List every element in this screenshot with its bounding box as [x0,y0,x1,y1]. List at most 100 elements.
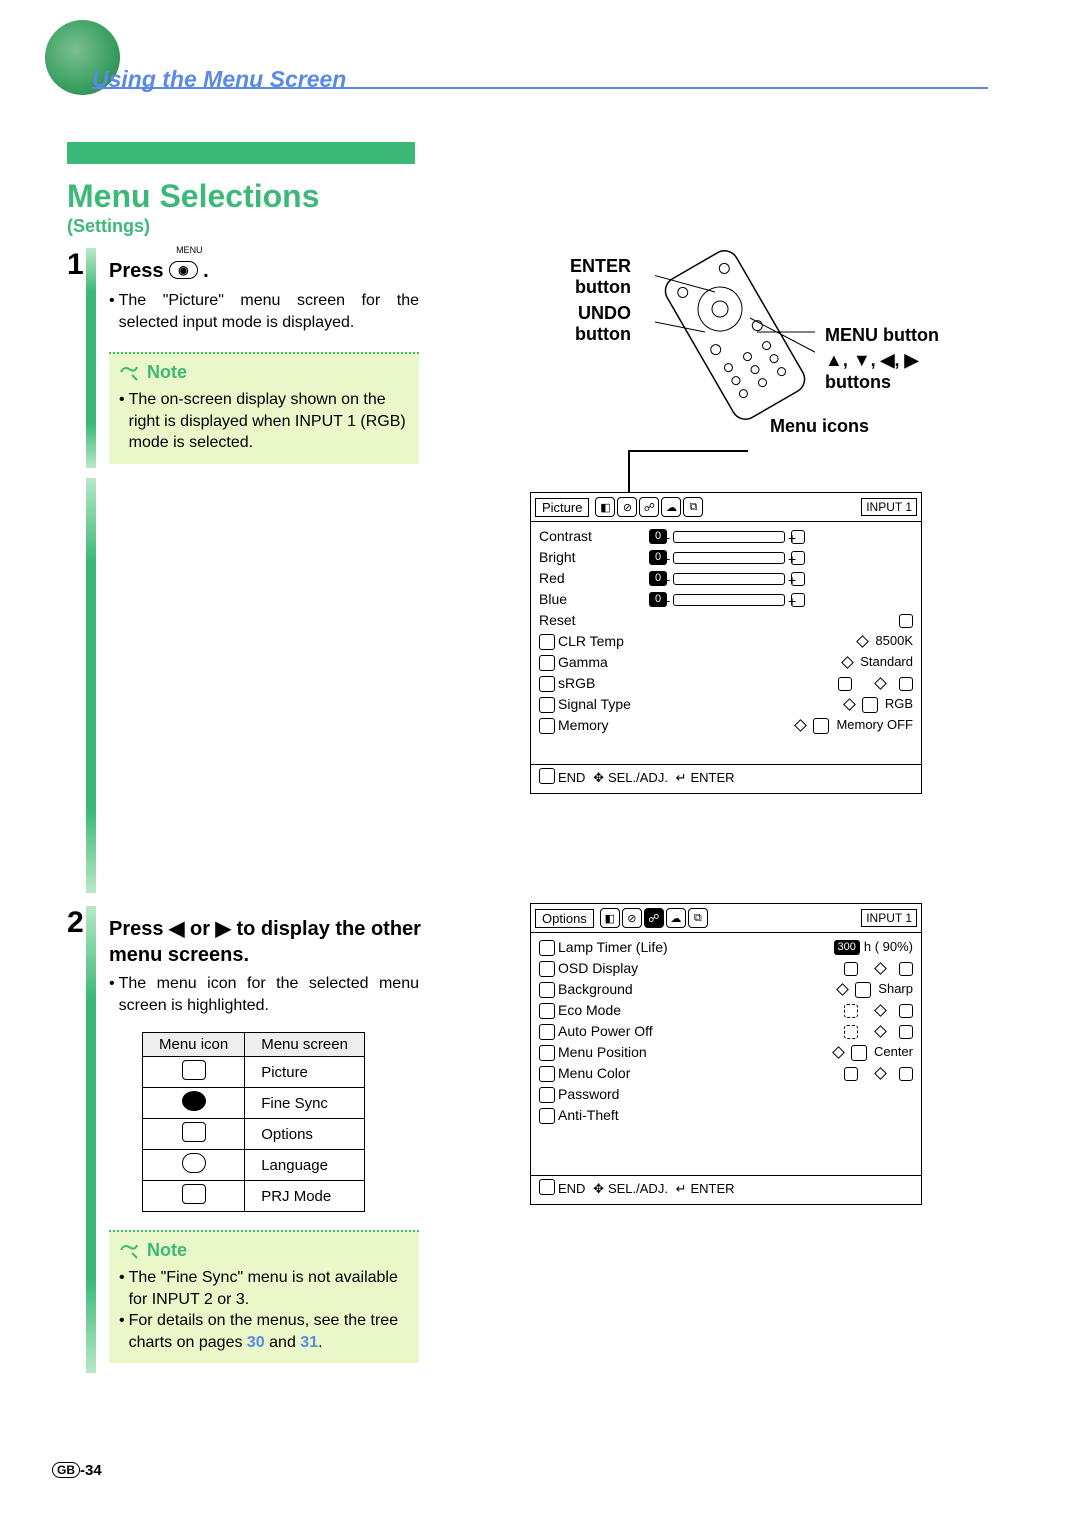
step-2-heading: Press ◀ or ▶ to display the other menu s… [109,916,439,968]
table-cell: Language [245,1150,365,1181]
slider-icon [673,552,785,564]
picture-icon: ◧ [600,908,620,928]
note-box-2: Note •The "Fine Sync" menu is not availa… [109,1230,419,1363]
gb-badge: GB [52,1462,80,1478]
osd-body: Lamp Timer (Life)300 h ( 90%) OSD Displa… [531,933,921,1130]
period: . [203,260,209,282]
section-subtitle: (Settings) [67,216,150,237]
osd-row-label: Blue [539,589,649,609]
remote-diagram: ENTERbutton UNDObutton MENU button ▲, ▼,… [465,250,965,430]
osd-tab: Picture [535,498,589,517]
prjmode-icon: ⧉ [688,908,708,928]
header-rule [92,87,988,89]
page-link[interactable]: 30 [247,1334,265,1351]
osd-picture-menu: Picture ◧ ⊘ ☍ ☁ ⧉ INPUT 1 Contrast0 Brig… [530,492,922,794]
osd-row-label: Background [558,979,668,999]
step-1-heading: Press MENU ◉ . [109,258,209,283]
note-box-1: Note •The on-screen display shown on the… [109,352,419,464]
note-icon [119,363,139,381]
language-icon: ☁ [661,497,681,517]
table-cell: Fine Sync [245,1088,365,1119]
osd-body: Contrast0 Bright0 Red0 Blue0 Reset CLR T… [531,522,921,740]
osd-menu-icons-row: ◧ ⊘ ☍ ☁ ⧉ [600,908,708,928]
osd-row-label: Eco Mode [558,1000,668,1020]
note-1-text: The on-screen display shown on the right… [129,389,409,454]
menu-small-label: MENU [176,245,203,255]
osd-row-label: OSD Display [558,958,668,978]
finesync-icon: ⊘ [617,497,637,517]
step-1-heading-text: Press [109,260,164,282]
step-2-bullet: The menu icon for the selected menu scre… [119,973,419,1016]
table-cell: PRJ Mode [245,1181,365,1212]
label-arrow-buttons: ▲, ▼, ◀, ▶buttons [825,350,918,393]
note-icon [119,1241,139,1259]
menu-button-icon: ◉ [169,261,197,279]
osd-footer: END ✥SEL./ADJ. ↵ENTER [531,764,921,789]
label-menu-button: MENU button [825,325,939,346]
table-cell: Picture [245,1057,365,1088]
step-1-bullet: The "Picture" menu screen for the select… [119,290,419,333]
step-gutter-bar [86,248,96,468]
step-gutter-bar [86,906,96,1373]
page-number: GB-34 [52,1462,102,1479]
step-2-body: •The menu icon for the selected menu scr… [109,973,419,1016]
table-cell: Options [245,1119,365,1150]
slider-icon [673,594,785,606]
osd-tab: Options [535,909,594,928]
note-2-text-2: For details on the menus, see the tree c… [129,1310,409,1353]
step-2-number: 2 [67,906,84,940]
step-gutter-bar [86,478,96,893]
language-icon: ☁ [666,908,686,928]
section-bar [67,142,415,164]
osd-header: Picture ◧ ⊘ ☍ ☁ ⧉ INPUT 1 [531,493,921,522]
osd-row-label: sRGB [558,673,668,693]
osd-options-menu: Options ◧ ⊘ ☍ ☁ ⧉ INPUT 1 Lamp Timer (Li… [530,903,922,1205]
slider-icon [673,531,785,543]
page: Using the Menu Screen Menu Selections (S… [0,0,1080,1523]
options-icon [182,1122,206,1142]
osd-input-badge: INPUT 1 [861,909,917,927]
osd-row-label: Gamma [558,652,668,672]
osd-header: Options ◧ ⊘ ☍ ☁ ⧉ INPUT 1 [531,904,921,933]
table-head: Menu screen [245,1033,365,1057]
osd-row-label: Anti-Theft [558,1105,668,1125]
label-undo-button: UNDObutton [575,303,631,344]
osd-input-badge: INPUT 1 [861,498,917,516]
osd-menu-icons-row: ◧ ⊘ ☍ ☁ ⧉ [595,497,703,517]
page-link[interactable]: 31 [300,1334,318,1351]
leader-line [628,450,630,493]
osd-row-label: Memory [558,715,668,735]
picture-icon: ◧ [595,497,615,517]
options-icon: ☍ [644,908,664,928]
language-icon [182,1153,206,1173]
remote-illustration [655,250,815,420]
osd-row-label: Signal Type [558,694,668,714]
osd-row-label: Contrast [539,526,649,546]
osd-row-label: CLR Temp [558,631,668,651]
slider-icon [673,573,785,585]
note-label: Note [119,362,409,383]
menu-icon-table: Menu iconMenu screen Picture Fine Sync O… [142,1032,365,1212]
osd-row-label: Red [539,568,649,588]
osd-row-label: Password [558,1084,668,1104]
table-head: Menu icon [143,1033,245,1057]
prjmode-icon [182,1184,206,1204]
note-label: Note [119,1240,409,1261]
osd-row-label: Auto Power Off [558,1021,668,1041]
finesync-icon [182,1091,206,1111]
note-2-text-1: The "Fine Sync" menu is not available fo… [129,1267,409,1310]
leader-line [628,450,748,452]
options-icon: ☍ [639,497,659,517]
osd-row-label: Bright [539,547,649,567]
finesync-icon: ⊘ [622,908,642,928]
osd-row-label: Menu Position [558,1042,668,1062]
osd-row-label: Reset [539,610,649,630]
section-title: Menu Selections [67,178,320,215]
step-1-body: •The "Picture" menu screen for the selec… [109,290,419,333]
step-1-number: 1 [67,248,84,282]
osd-row-label: Menu Color [558,1063,668,1083]
picture-icon [182,1060,206,1080]
osd-footer: END ✥SEL./ADJ. ↵ENTER [531,1175,921,1200]
prjmode-icon: ⧉ [683,497,703,517]
label-enter-button: ENTERbutton [570,256,631,297]
